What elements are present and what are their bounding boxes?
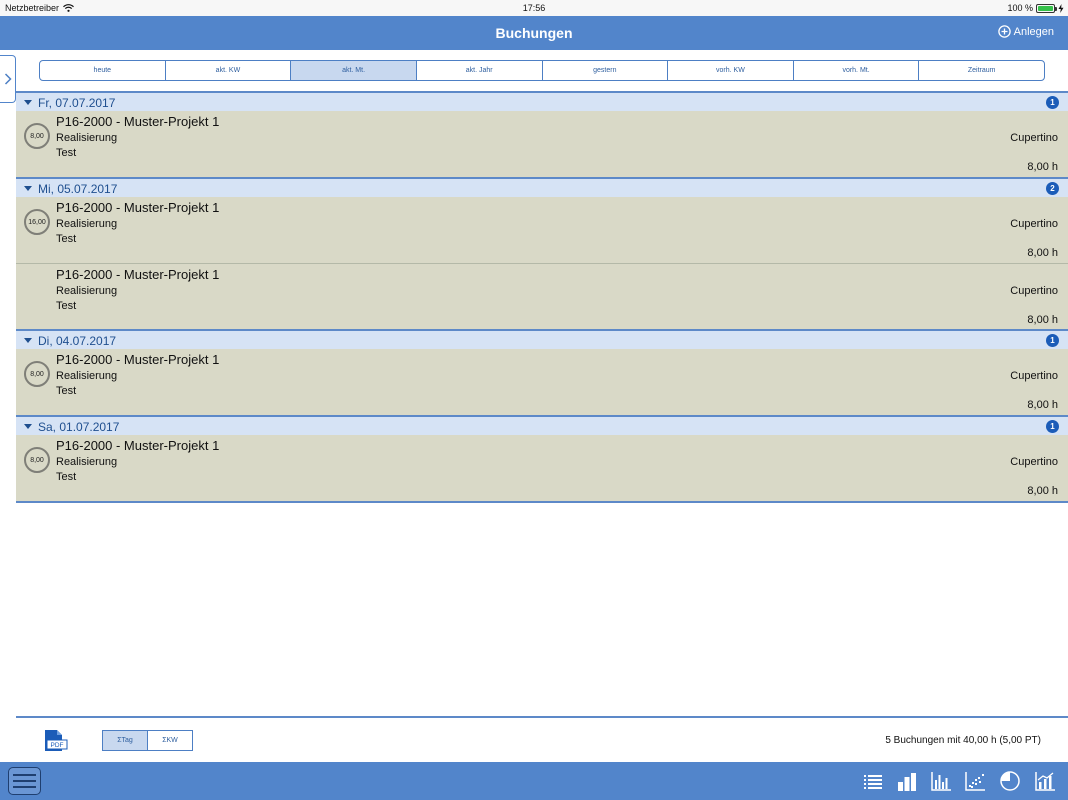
pdf-export-button[interactable]: PDF: [42, 729, 68, 753]
booking-note: Test: [56, 471, 77, 483]
filter-segment[interactable]: Zeitraum: [919, 61, 1044, 80]
day-group-header[interactable]: Mi, 05.07.2017 2: [16, 177, 1068, 197]
sum-day-option[interactable]: ΣTag: [103, 731, 148, 750]
booking-project: P16-2000 - Muster-Projekt 1: [56, 114, 220, 129]
group-date: Fr, 07.07.2017: [38, 96, 116, 110]
disclosure-triangle-icon: [24, 100, 32, 105]
sum-mode-toggle: ΣTag ΣKW: [102, 730, 193, 751]
booking-phase: Realisierung: [56, 218, 118, 230]
booking-phase: Realisierung: [56, 132, 118, 144]
booking-location: Cupertino: [1010, 132, 1058, 144]
booking-project: P16-2000 - Muster-Projekt 1: [56, 438, 220, 453]
booking-location: Cupertino: [1010, 285, 1058, 297]
chevron-right-icon: [4, 73, 12, 85]
booking-hours: 8,00 h: [1027, 161, 1058, 173]
filter-segment[interactable]: akt. Jahr: [417, 61, 543, 80]
group-count-badge: 1: [1046, 420, 1059, 433]
battery-icon: [1036, 3, 1057, 13]
booking-note: Test: [56, 233, 77, 245]
sum-week-option[interactable]: ΣKW: [148, 731, 192, 750]
day-total-ring: 16,00: [24, 209, 50, 235]
group-date: Sa, 01.07.2017: [38, 420, 120, 434]
page-title: Buchungen: [495, 25, 573, 41]
booking-list: Fr, 07.07.2017 1 8,00 P16-2000 - Muster-Pro…: [16, 91, 1068, 503]
plus-circle-icon: [997, 25, 1011, 38]
bar-chart-icon[interactable]: [896, 770, 918, 792]
booking-project: P16-2000 - Muster-Projekt 1: [56, 200, 220, 215]
list-end-divider: [16, 501, 1068, 503]
disclosure-triangle-icon: [24, 424, 32, 429]
booking-phase: Realisierung: [56, 370, 118, 382]
booking-project: P16-2000 - Muster-Projekt 1: [56, 267, 220, 282]
booking-row[interactable]: 16,00 P16-2000 - Muster-Projekt 1 Realisie…: [16, 197, 1068, 263]
disclosure-triangle-icon: [24, 338, 32, 343]
menu-button[interactable]: [8, 767, 41, 795]
disclosure-triangle-icon: [24, 186, 32, 191]
bookings-summary: 5 Buchungen mit 40,00 h (5,00 PT): [885, 735, 1041, 746]
booking-row[interactable]: 8,00 P16-2000 - Muster-Projekt 1 Realisier…: [16, 111, 1068, 177]
booking-phase: Realisierung: [56, 456, 118, 468]
day-total-ring: 8,00: [24, 447, 50, 473]
charging-icon: [1058, 3, 1064, 13]
column-chart-icon[interactable]: [930, 770, 952, 792]
filter-segment[interactable]: heute: [40, 61, 166, 80]
booking-hours: 8,00 h: [1027, 399, 1058, 411]
filter-segment[interactable]: gestern: [543, 61, 669, 80]
pdf-file-icon: PDF: [45, 730, 68, 751]
booking-location: Cupertino: [1010, 218, 1058, 230]
filter-segment[interactable]: vorh. KW: [668, 61, 794, 80]
day-total-ring: 8,00: [24, 361, 50, 387]
day-total-ring: 8,00: [24, 123, 50, 149]
filter-segment[interactable]: akt. Mt.: [291, 61, 417, 80]
filter-segment[interactable]: vorh. Mt.: [794, 61, 920, 80]
day-group-header[interactable]: Fr, 07.07.2017 1: [16, 91, 1068, 111]
pie-chart-icon[interactable]: [999, 770, 1021, 792]
booking-hours: 8,00 h: [1027, 247, 1058, 259]
scatter-chart-icon[interactable]: [964, 770, 986, 792]
booking-row[interactable]: 8,00 P16-2000 - Muster-Projekt 1 Realisier…: [16, 435, 1068, 501]
group-count-badge: 2: [1046, 182, 1059, 195]
add-booking-label: Anlegen: [1013, 25, 1054, 38]
combo-chart-icon[interactable]: [1034, 770, 1056, 792]
group-date: Mi, 05.07.2017: [38, 182, 118, 196]
group-count-badge: 1: [1046, 96, 1059, 109]
booking-note: Test: [56, 147, 77, 159]
group-date: Di, 04.07.2017: [38, 334, 117, 348]
booking-phase: Realisierung: [56, 285, 118, 297]
booking-row[interactable]: 8,00 P16-2000 - Muster-Projekt 1 Realisier…: [16, 349, 1068, 415]
day-group-header[interactable]: Sa, 01.07.2017 1: [16, 415, 1068, 435]
filter-segment[interactable]: akt. KW: [166, 61, 292, 80]
group-count-badge: 1: [1046, 334, 1059, 347]
list-icon[interactable]: [862, 770, 884, 792]
booking-note: Test: [56, 300, 77, 312]
sidebar-toggle[interactable]: [0, 55, 16, 103]
day-group-header[interactable]: Di, 04.07.2017 1: [16, 329, 1068, 349]
period-filter: heute akt. KW akt. Mt. akt. Jahr gestern vorh…: [39, 60, 1045, 81]
booking-note: Test: [56, 385, 77, 397]
booking-hours: 8,00 h: [1027, 485, 1058, 497]
booking-location: Cupertino: [1010, 456, 1058, 468]
pdf-label: PDF: [51, 742, 64, 749]
booking-project: P16-2000 - Muster-Projekt 1: [56, 352, 220, 367]
tab-bar: [0, 762, 1068, 800]
status-bar: Netzbetreiber 17:56 100 %: [0, 0, 1068, 16]
toolbar-divider: [16, 716, 1068, 718]
nav-bar: Buchungen Anlegen: [0, 16, 1068, 50]
booking-location: Cupertino: [1010, 370, 1058, 382]
battery-status: 100 %: [1007, 3, 1064, 13]
booking-hours: 8,00 h: [1027, 314, 1058, 326]
clock: 17:56: [522, 3, 546, 13]
booking-row[interactable]: P16-2000 - Muster-Projekt 1 Realisierung T…: [16, 263, 1068, 329]
add-booking-button[interactable]: Anlegen: [997, 25, 1054, 38]
app-root: Netzbetreiber 17:56 100 % Buchungen Anle…: [0, 0, 1068, 800]
battery-percent: 100 %: [1007, 3, 1033, 13]
